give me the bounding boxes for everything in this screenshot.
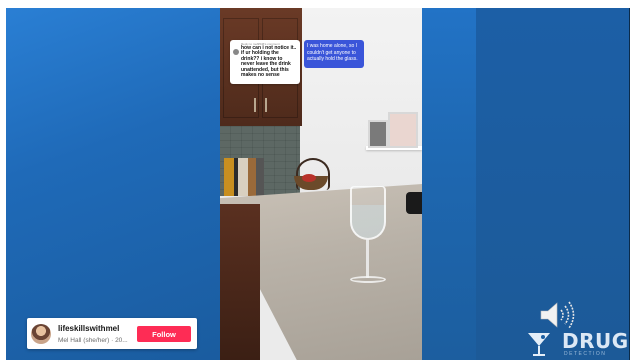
speaker-sound-icon[interactable] (538, 300, 578, 330)
video-fruit (302, 174, 316, 182)
cabinet-handle-right (265, 98, 267, 112)
answer-caption-text: I was home alone, so I couldn't get anyo… (307, 43, 358, 62)
frame-edge (629, 8, 630, 360)
logo-brand-subtext: DETECTION (564, 351, 607, 357)
video-chair (406, 192, 422, 214)
question-comment-bubble: Reply to mel9546's comment how can i not… (230, 40, 300, 84)
logo-brand-text: DRUG (562, 329, 629, 353)
video-picture-frame-large (388, 112, 418, 148)
right-background-panel (422, 8, 629, 360)
profile-subline: Mel Hall (she/her) · 20... (58, 337, 128, 344)
embedded-video[interactable]: Reply to mel9546's comment how can i not… (220, 8, 422, 360)
question-comment-text: how can i not notice it.. if ur holding … (241, 45, 297, 79)
commenter-avatar (233, 49, 239, 55)
answer-caption-bubble: I was home alone, so I couldn't get anyo… (304, 40, 364, 68)
drug-detection-logo: DRUG DETECTION (524, 330, 632, 360)
video-picture-frame-small (368, 120, 388, 148)
wine-glass-base (350, 276, 386, 283)
video-bottles (224, 158, 264, 196)
cocktail-glass-logo-icon (528, 333, 550, 356)
cabinet-handle-left (254, 98, 256, 112)
profile-username[interactable]: lifeskillswithmel (58, 324, 119, 333)
follow-button[interactable]: Follow (137, 326, 191, 342)
avatar[interactable] (31, 324, 51, 344)
video-lower-cabinet (220, 204, 260, 360)
profile-card[interactable]: lifeskillswithmel Mel Hall (she/her) · 2… (27, 318, 197, 349)
presentation-frame: Reply to mel9546's comment how can i not… (6, 8, 629, 360)
wine-glass-bowl (350, 186, 386, 240)
wine-glass-stem (366, 238, 369, 278)
left-background-panel (6, 8, 220, 360)
